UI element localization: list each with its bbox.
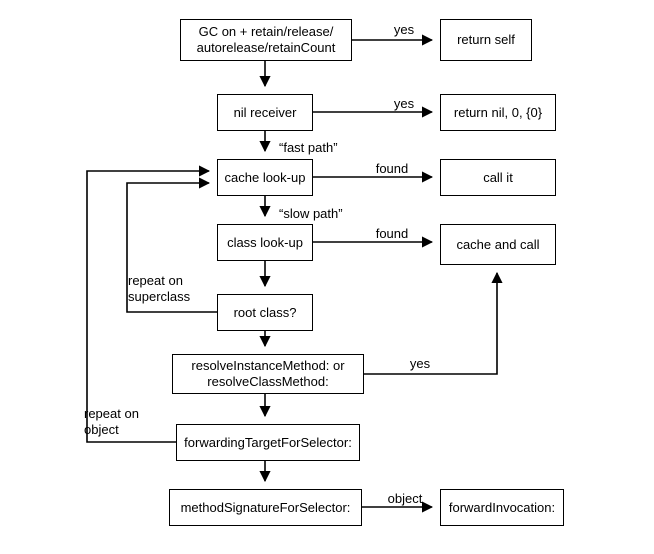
edge-label-yes-nil-receiver: yes (393, 96, 415, 111)
edge-label-repeat-on-superclass: repeat on superclass (128, 273, 191, 304)
node-cache-lookup[interactable]: cache look-up (217, 159, 313, 196)
node-forwarding-target-for-selector[interactable]: forwardingTargetForSelector: (176, 424, 360, 461)
node-resolve-method[interactable]: resolveInstanceMethod: or resolveClassMe… (172, 354, 364, 394)
node-method-signature-for-selector[interactable]: methodSignatureForSelector: (169, 489, 362, 526)
edge-label-found-class: found (375, 226, 409, 241)
edge-label-yes-resolve: yes (409, 356, 431, 371)
node-class-lookup[interactable]: class look-up (217, 224, 313, 261)
node-return-self[interactable]: return self (440, 19, 532, 61)
node-gc-retain-release[interactable]: GC on + retain/release/ autorelease/reta… (180, 19, 352, 61)
node-root-class[interactable]: root class? (217, 294, 313, 331)
flowchart-canvas: GC on + retain/release/ autorelease/reta… (0, 0, 654, 554)
node-cache-and-call[interactable]: cache and call (440, 224, 556, 265)
edge-label-fast-path: “fast path” (279, 140, 338, 155)
edge-label-yes-gc: yes (393, 22, 415, 37)
edge-label-repeat-on-object: repeat on object (84, 406, 139, 437)
node-forward-invocation[interactable]: forwardInvocation: (440, 489, 564, 526)
edge-label-found-cache: found (375, 161, 409, 176)
edge-fwdtarget-to-cachelook (86, 165, 211, 443)
edge-label-object: object (387, 491, 423, 506)
node-call-it[interactable]: call it (440, 159, 556, 196)
node-return-nil[interactable]: return nil, 0, {0} (440, 94, 556, 131)
connector-layer (86, 34, 503, 513)
edge-label-slow-path: “slow path” (279, 206, 343, 221)
node-nil-receiver[interactable]: nil receiver (217, 94, 313, 131)
